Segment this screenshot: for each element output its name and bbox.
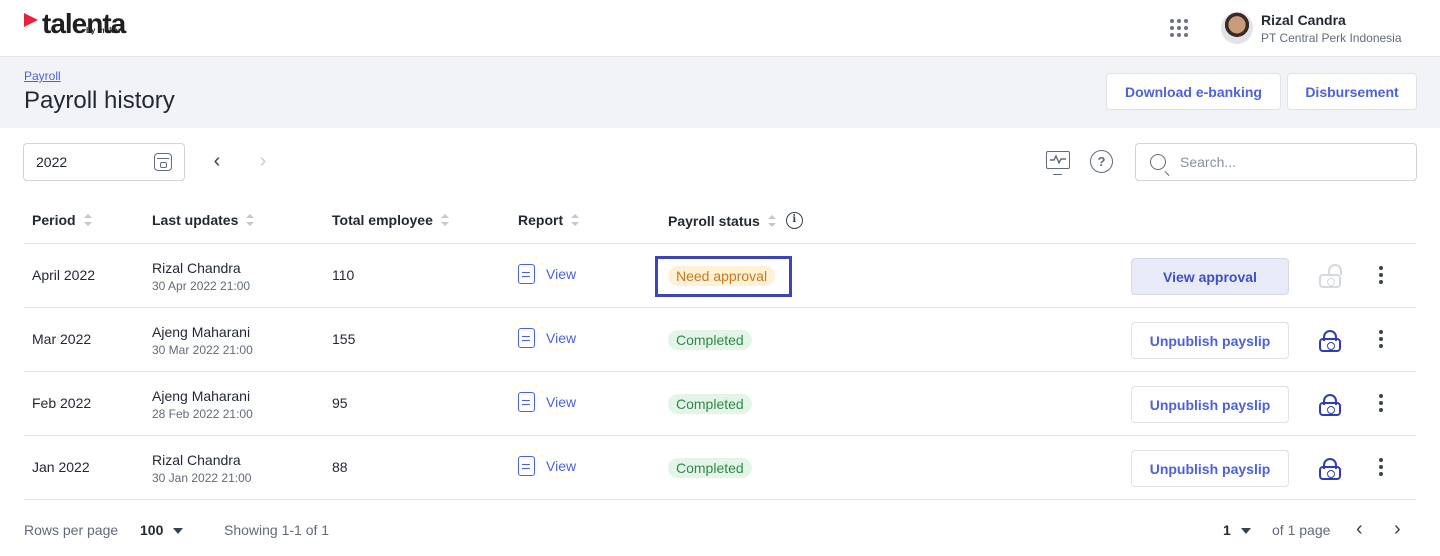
document-icon	[518, 456, 535, 476]
search-input[interactable]	[1180, 152, 1408, 172]
total-employee-cell: 155	[332, 331, 356, 347]
logo-subtext: by mekari	[86, 26, 124, 35]
payroll-history-table: Period Last updates Total employee Repor…	[24, 200, 1416, 500]
disbursement-button[interactable]: Disbursement	[1287, 73, 1417, 110]
document-icon	[518, 328, 535, 348]
logo-arrow-icon	[24, 13, 38, 27]
more-options-icon[interactable]	[1377, 328, 1385, 350]
sort-icon[interactable]	[83, 214, 92, 226]
table-header: Period Last updates Total employee Repor…	[24, 200, 1416, 244]
info-icon[interactable]: i	[785, 212, 803, 229]
rows-per-page-label: Rows per page	[24, 522, 119, 538]
column-header-total-employee[interactable]: Total employee	[332, 212, 449, 228]
total-employee-cell: 110	[332, 267, 355, 283]
lock-icon[interactable]	[1319, 458, 1341, 480]
total-employee-cell: 95	[332, 395, 348, 411]
showing-count: Showing 1-1 of 1	[224, 522, 330, 538]
updated-by-cell: Ajeng Maharani	[152, 388, 251, 404]
updated-by-cell: Rizal Chandra	[152, 452, 241, 468]
calendar-icon	[154, 153, 172, 171]
pagination-bar: Rows per page 100 Showing 1-1 of 1 1 of …	[24, 518, 1416, 542]
updated-at-cell: 28 Feb 2022 21:00	[152, 407, 253, 421]
lock-icon[interactable]	[1319, 394, 1341, 416]
next-year-chevron-icon[interactable]: ›	[252, 150, 274, 172]
caret-down-icon	[1240, 528, 1251, 535]
search-icon	[1150, 154, 1166, 170]
avatar[interactable]	[1221, 12, 1253, 44]
column-header-last-updates[interactable]: Last updates	[152, 212, 255, 228]
page-select[interactable]: 1	[1223, 522, 1251, 538]
document-icon	[518, 392, 535, 412]
table-row: Feb 2022 Ajeng Maharani 28 Feb 2022 21:0…	[24, 372, 1416, 436]
status-badge: Need approval	[668, 266, 776, 286]
updated-at-cell: 30 Jan 2022 21:00	[152, 471, 252, 485]
updated-by-cell: Rizal Chandra	[152, 260, 241, 276]
breadcrumb-payroll[interactable]: Payroll	[24, 69, 61, 83]
year-value: 2022	[36, 154, 68, 170]
unpublish-payslip-button[interactable]: Unpublish payslip	[1131, 386, 1289, 423]
caret-down-icon	[173, 528, 184, 535]
report-view-link[interactable]: View	[518, 456, 576, 476]
more-options-icon[interactable]	[1377, 392, 1385, 414]
table-row: April 2022 Rizal Chandra 30 Apr 2022 21:…	[24, 244, 1416, 308]
previous-page-chevron-icon[interactable]: ‹	[1356, 518, 1363, 541]
user-company: PT Central Perk Indonesia	[1261, 31, 1402, 45]
search-box[interactable]	[1135, 143, 1417, 181]
top-bar: talenta by mekari Rizal Candra PT Centra…	[0, 0, 1440, 57]
updated-at-cell: 30 Mar 2022 21:00	[152, 343, 253, 357]
more-options-icon[interactable]	[1377, 456, 1385, 478]
view-approval-button[interactable]: View approval	[1131, 258, 1289, 295]
sort-icon[interactable]	[246, 214, 255, 226]
next-page-chevron-icon[interactable]: ›	[1394, 518, 1401, 541]
unpublish-payslip-button[interactable]: Unpublish payslip	[1131, 322, 1289, 359]
more-options-icon[interactable]	[1377, 264, 1385, 286]
unlock-icon	[1319, 264, 1342, 288]
lock-icon[interactable]	[1319, 330, 1341, 352]
report-view-link[interactable]: View	[518, 392, 576, 412]
apps-grid-icon[interactable]	[1170, 19, 1188, 37]
total-employee-cell: 88	[332, 459, 348, 475]
report-view-link[interactable]: View	[518, 264, 576, 284]
sort-icon[interactable]	[767, 214, 776, 227]
updated-by-cell: Ajeng Maharani	[152, 324, 251, 340]
total-pages: of 1 page	[1272, 522, 1331, 538]
download-ebanking-button[interactable]: Download e-banking	[1106, 73, 1281, 110]
page-title: Payroll history	[24, 87, 175, 114]
report-view-link[interactable]: View	[518, 328, 576, 348]
status-badge: Completed	[668, 458, 752, 478]
previous-year-chevron-icon[interactable]: ‹	[206, 150, 228, 172]
table-row: Mar 2022 Ajeng Maharani 30 Mar 2022 21:0…	[24, 308, 1416, 372]
unpublish-payslip-button[interactable]: Unpublish payslip	[1131, 450, 1289, 487]
sort-icon[interactable]	[440, 214, 449, 226]
column-header-report[interactable]: Report	[518, 212, 580, 228]
document-icon	[518, 264, 535, 284]
updated-at-cell: 30 Apr 2022 21:00	[152, 279, 251, 293]
monitor-chart-icon[interactable]	[1046, 151, 1070, 175]
user-name[interactable]: Rizal Candra	[1261, 12, 1346, 28]
status-badge: Completed	[668, 330, 752, 350]
column-header-payroll-status[interactable]: Payroll status i	[668, 212, 803, 229]
column-header-period[interactable]: Period	[32, 212, 92, 228]
period-cell: Mar 2022	[32, 331, 92, 347]
period-cell: Feb 2022	[32, 395, 92, 411]
help-icon[interactable]: ?	[1090, 150, 1113, 173]
year-picker[interactable]: 2022	[23, 143, 185, 181]
period-cell: April 2022	[32, 267, 96, 283]
page-header: Payroll Payroll history Download e-banki…	[0, 57, 1440, 128]
table-row: Jan 2022 Rizal Chandra 30 Jan 2022 21:00…	[24, 436, 1416, 500]
sort-icon[interactable]	[571, 214, 580, 226]
rows-per-page-select[interactable]: 100	[140, 522, 184, 538]
status-badge: Completed	[668, 394, 752, 414]
period-cell: Jan 2022	[32, 459, 90, 475]
